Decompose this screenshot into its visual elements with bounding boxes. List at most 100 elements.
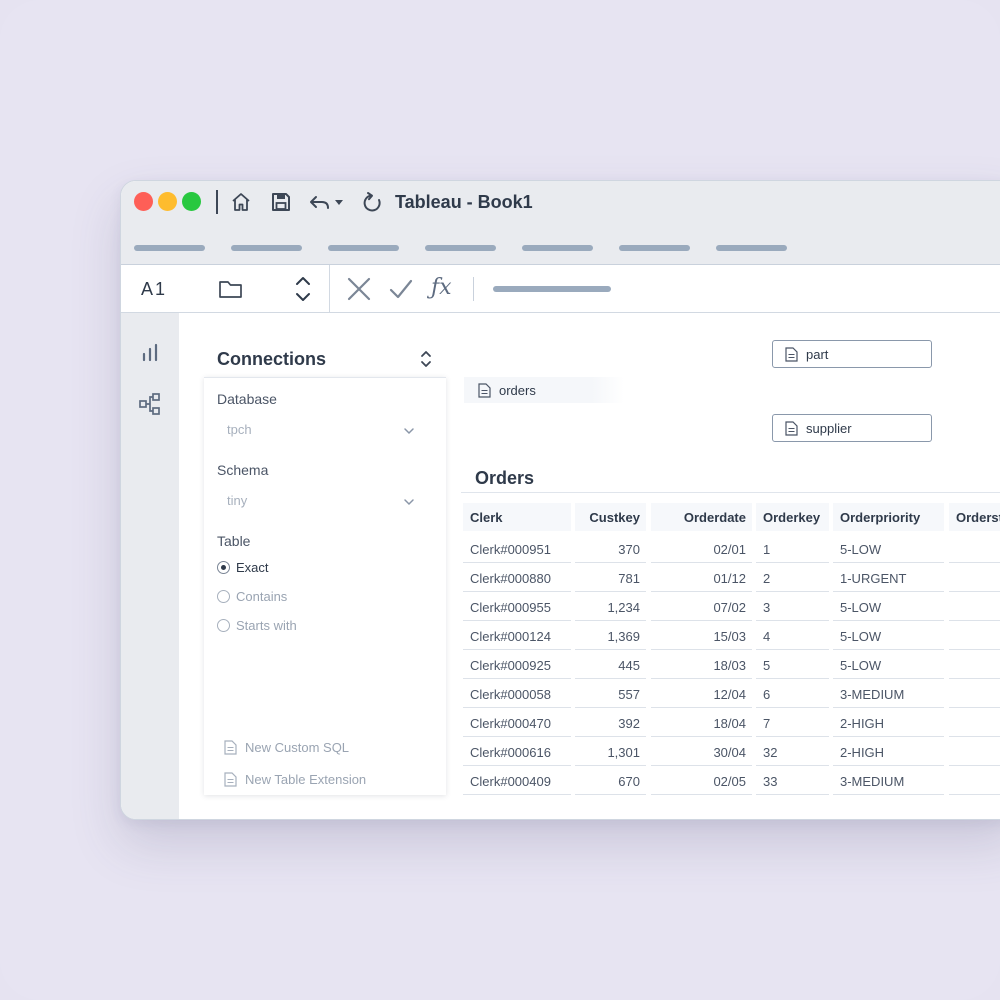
table-cell[interactable]: 5-LOW (833, 650, 944, 679)
table-cell[interactable]: Clerk#000925 (463, 650, 571, 679)
table-cell[interactable] (949, 563, 1000, 592)
table-node-orders[interactable]: orders (464, 377, 624, 403)
table-cell[interactable]: 781 (575, 563, 646, 592)
radio-button[interactable] (217, 618, 230, 632)
table-cell[interactable]: 33 (756, 766, 829, 795)
table-cell[interactable]: Clerk#000955 (463, 592, 571, 621)
chevron-up-down-icon[interactable] (419, 349, 433, 369)
data-source-icon[interactable] (138, 392, 162, 416)
table-cell[interactable]: 18/04 (651, 708, 752, 737)
database-value: tpch (227, 422, 252, 437)
table-cell[interactable]: Clerk#000058 (463, 679, 571, 708)
function-icon[interactable]: ƒx (431, 275, 452, 300)
table-cell[interactable]: 3 (756, 592, 829, 621)
menu-item-placeholder[interactable] (328, 245, 399, 251)
table-cell[interactable] (949, 592, 1000, 621)
menu-item-placeholder[interactable] (716, 245, 787, 251)
table-cell[interactable]: Clerk#000124 (463, 621, 571, 650)
table-cell[interactable]: 3-MEDIUM (833, 766, 944, 795)
column-header[interactable]: Orderdate (651, 503, 752, 531)
home-icon[interactable] (228, 189, 254, 215)
menu-item-placeholder[interactable] (425, 245, 496, 251)
table-cell[interactable] (949, 650, 1000, 679)
table-cell[interactable]: Clerk#000409 (463, 766, 571, 795)
folder-icon[interactable] (217, 275, 245, 303)
menu-item-placeholder[interactable] (619, 245, 690, 251)
table-cell[interactable]: Clerk#000951 (463, 534, 571, 563)
new-custom-sql-link[interactable]: New Custom SQL (224, 738, 349, 756)
menu-item-placeholder[interactable] (134, 245, 205, 251)
column-header[interactable]: Orderkey (756, 503, 829, 531)
table-cell[interactable]: 32 (756, 737, 829, 766)
table-cell[interactable]: 02/05 (651, 766, 752, 795)
radio-label: Exact (236, 559, 269, 575)
close-icon[interactable] (345, 275, 373, 303)
side-nav (121, 313, 179, 819)
stepper-icon[interactable] (293, 275, 313, 303)
table-cell[interactable]: 02/01 (651, 534, 752, 563)
table-cell[interactable] (949, 708, 1000, 737)
maximize-window-button[interactable] (182, 192, 201, 211)
cell-reference[interactable]: A1 (141, 279, 167, 300)
table-cell[interactable]: 3-MEDIUM (833, 679, 944, 708)
bar-chart-icon[interactable] (138, 341, 162, 365)
table-cell[interactable]: 1 (756, 534, 829, 563)
radio-button[interactable] (217, 560, 230, 574)
undo-icon[interactable] (308, 189, 348, 215)
table-cell[interactable]: 557 (575, 679, 646, 708)
table-cell[interactable]: 18/03 (651, 650, 752, 679)
minimize-window-button[interactable] (158, 192, 177, 211)
table-cell[interactable]: 5-LOW (833, 592, 944, 621)
table-cell[interactable]: 5-LOW (833, 534, 944, 563)
table-cell[interactable]: 07/02 (651, 592, 752, 621)
table-cell[interactable] (949, 737, 1000, 766)
table-cell[interactable]: 1-URGENT (833, 563, 944, 592)
table-cell[interactable] (949, 679, 1000, 708)
table-cell[interactable]: 5-LOW (833, 621, 944, 650)
table-cell[interactable]: 392 (575, 708, 646, 737)
table-cell[interactable]: 1,234 (575, 592, 646, 621)
column-header[interactable]: Custkey (575, 503, 646, 531)
table-cell[interactable]: 370 (575, 534, 646, 563)
table-cell[interactable]: 7 (756, 708, 829, 737)
table-cell[interactable]: Clerk#000470 (463, 708, 571, 737)
formula-input[interactable] (493, 286, 611, 292)
table-cell[interactable]: 2-HIGH (833, 737, 944, 766)
table-cell[interactable]: 2 (756, 563, 829, 592)
new-table-extension-link[interactable]: New Table Extension (224, 770, 366, 788)
radio-button[interactable] (217, 589, 230, 603)
table-node-supplier[interactable]: supplier (772, 414, 932, 442)
table-cell[interactable] (949, 766, 1000, 795)
table-cell[interactable]: Clerk#000880 (463, 563, 571, 592)
database-select[interactable]: tpch (217, 416, 421, 444)
close-window-button[interactable] (134, 192, 153, 211)
refresh-icon[interactable] (360, 189, 386, 215)
table-cell[interactable] (949, 621, 1000, 650)
table-cell[interactable]: 1,369 (575, 621, 646, 650)
schema-select[interactable]: tiny (217, 487, 421, 515)
table-cell[interactable]: 12/04 (651, 679, 752, 708)
table-cell[interactable]: 1,301 (575, 737, 646, 766)
radio-contains[interactable]: Contains (217, 587, 287, 605)
radio-starts-with[interactable]: Starts with (217, 616, 297, 634)
table-node-part[interactable]: part (772, 340, 932, 368)
table-cell[interactable]: 5 (756, 650, 829, 679)
table-cell[interactable] (949, 534, 1000, 563)
column-header[interactable]: Clerk (463, 503, 571, 531)
table-cell[interactable]: 445 (575, 650, 646, 679)
table-cell[interactable]: 15/03 (651, 621, 752, 650)
table-cell[interactable]: 670 (575, 766, 646, 795)
table-cell[interactable]: Clerk#000616 (463, 737, 571, 766)
menu-item-placeholder[interactable] (231, 245, 302, 251)
table-cell[interactable]: 30/04 (651, 737, 752, 766)
radio-exact[interactable]: Exact (217, 558, 269, 576)
check-icon[interactable] (387, 275, 415, 303)
column-header[interactable]: Orderpriority (833, 503, 944, 531)
table-cell[interactable]: 4 (756, 621, 829, 650)
menu-item-placeholder[interactable] (522, 245, 593, 251)
column-header[interactable]: Orderst (949, 503, 1000, 531)
table-cell[interactable]: 2-HIGH (833, 708, 944, 737)
save-icon[interactable] (268, 189, 294, 215)
table-cell[interactable]: 6 (756, 679, 829, 708)
table-cell[interactable]: 01/12 (651, 563, 752, 592)
